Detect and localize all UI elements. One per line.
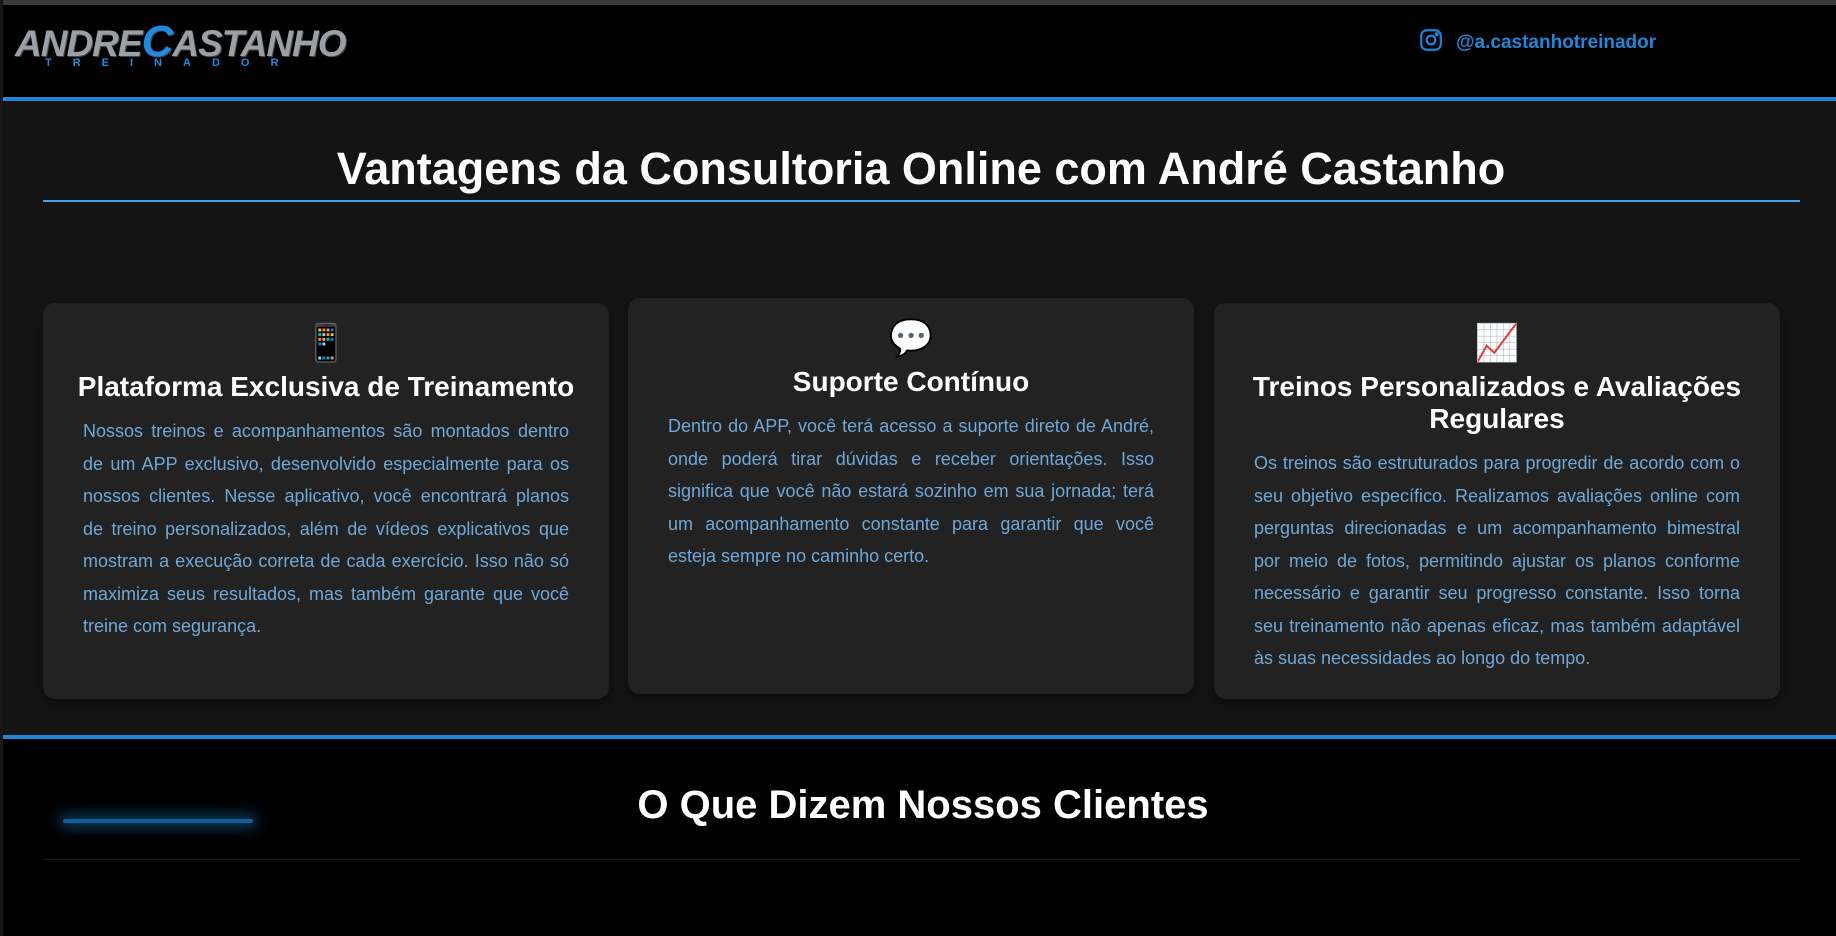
card-text: Nossos treinos e acompanhamentos são mon… xyxy=(83,421,569,636)
site-header: ANDRECASTANHO TREINADOR @a.castanhotrein… xyxy=(3,5,1836,101)
card-title: Suporte Contínuo xyxy=(792,366,1030,397)
page: ANDRECASTANHO TREINADOR @a.castanhotrein… xyxy=(3,0,1836,936)
mobile-phone-icon: 📱 xyxy=(303,322,349,363)
advantage-card-personalized: 📈 Treinos Personalizados e Avaliações Re… xyxy=(1214,303,1780,699)
card-title: Treinos Personalizados e Avaliações Regu… xyxy=(1252,371,1742,434)
testimonials-title: O Que Dizem Nossos Clientes xyxy=(637,783,1209,827)
logo[interactable]: ANDRECASTANHO TREINADOR xyxy=(15,15,355,75)
testimonial-highlight-bar xyxy=(63,819,253,823)
card-text: Os treinos são estruturados para progred… xyxy=(1254,453,1740,668)
speech-bubble-icon: 💬 xyxy=(888,317,934,358)
testimonials-carousel[interactable] xyxy=(43,859,1800,936)
chart-increasing-icon: 📈 xyxy=(1474,322,1520,363)
advantages-title: Vantagens da Consultoria Online com Andr… xyxy=(336,143,1506,194)
instagram-link[interactable]: @a.castanhotreinador xyxy=(1418,27,1656,59)
card-title: Plataforma Exclusiva de Treinamento xyxy=(77,371,575,402)
instagram-icon xyxy=(1418,27,1444,59)
advantages-section: Vantagens da Consultoria Online com Andr… xyxy=(3,101,1836,737)
advantage-card-platform: 📱 Plataforma Exclusiva de Treinamento No… xyxy=(43,303,609,699)
card-text: Dentro do APP, você terá acesso a suport… xyxy=(668,416,1154,566)
logo-tagline: TREINADOR xyxy=(45,57,300,69)
title-divider xyxy=(43,200,1800,202)
testimonials-section: O Que Dizem Nossos Clientes xyxy=(3,735,1836,936)
instagram-handle: @a.castanhotreinador xyxy=(1456,32,1657,53)
advantage-card-support: 💬 Suporte Contínuo Dentro do APP, você t… xyxy=(628,298,1194,694)
